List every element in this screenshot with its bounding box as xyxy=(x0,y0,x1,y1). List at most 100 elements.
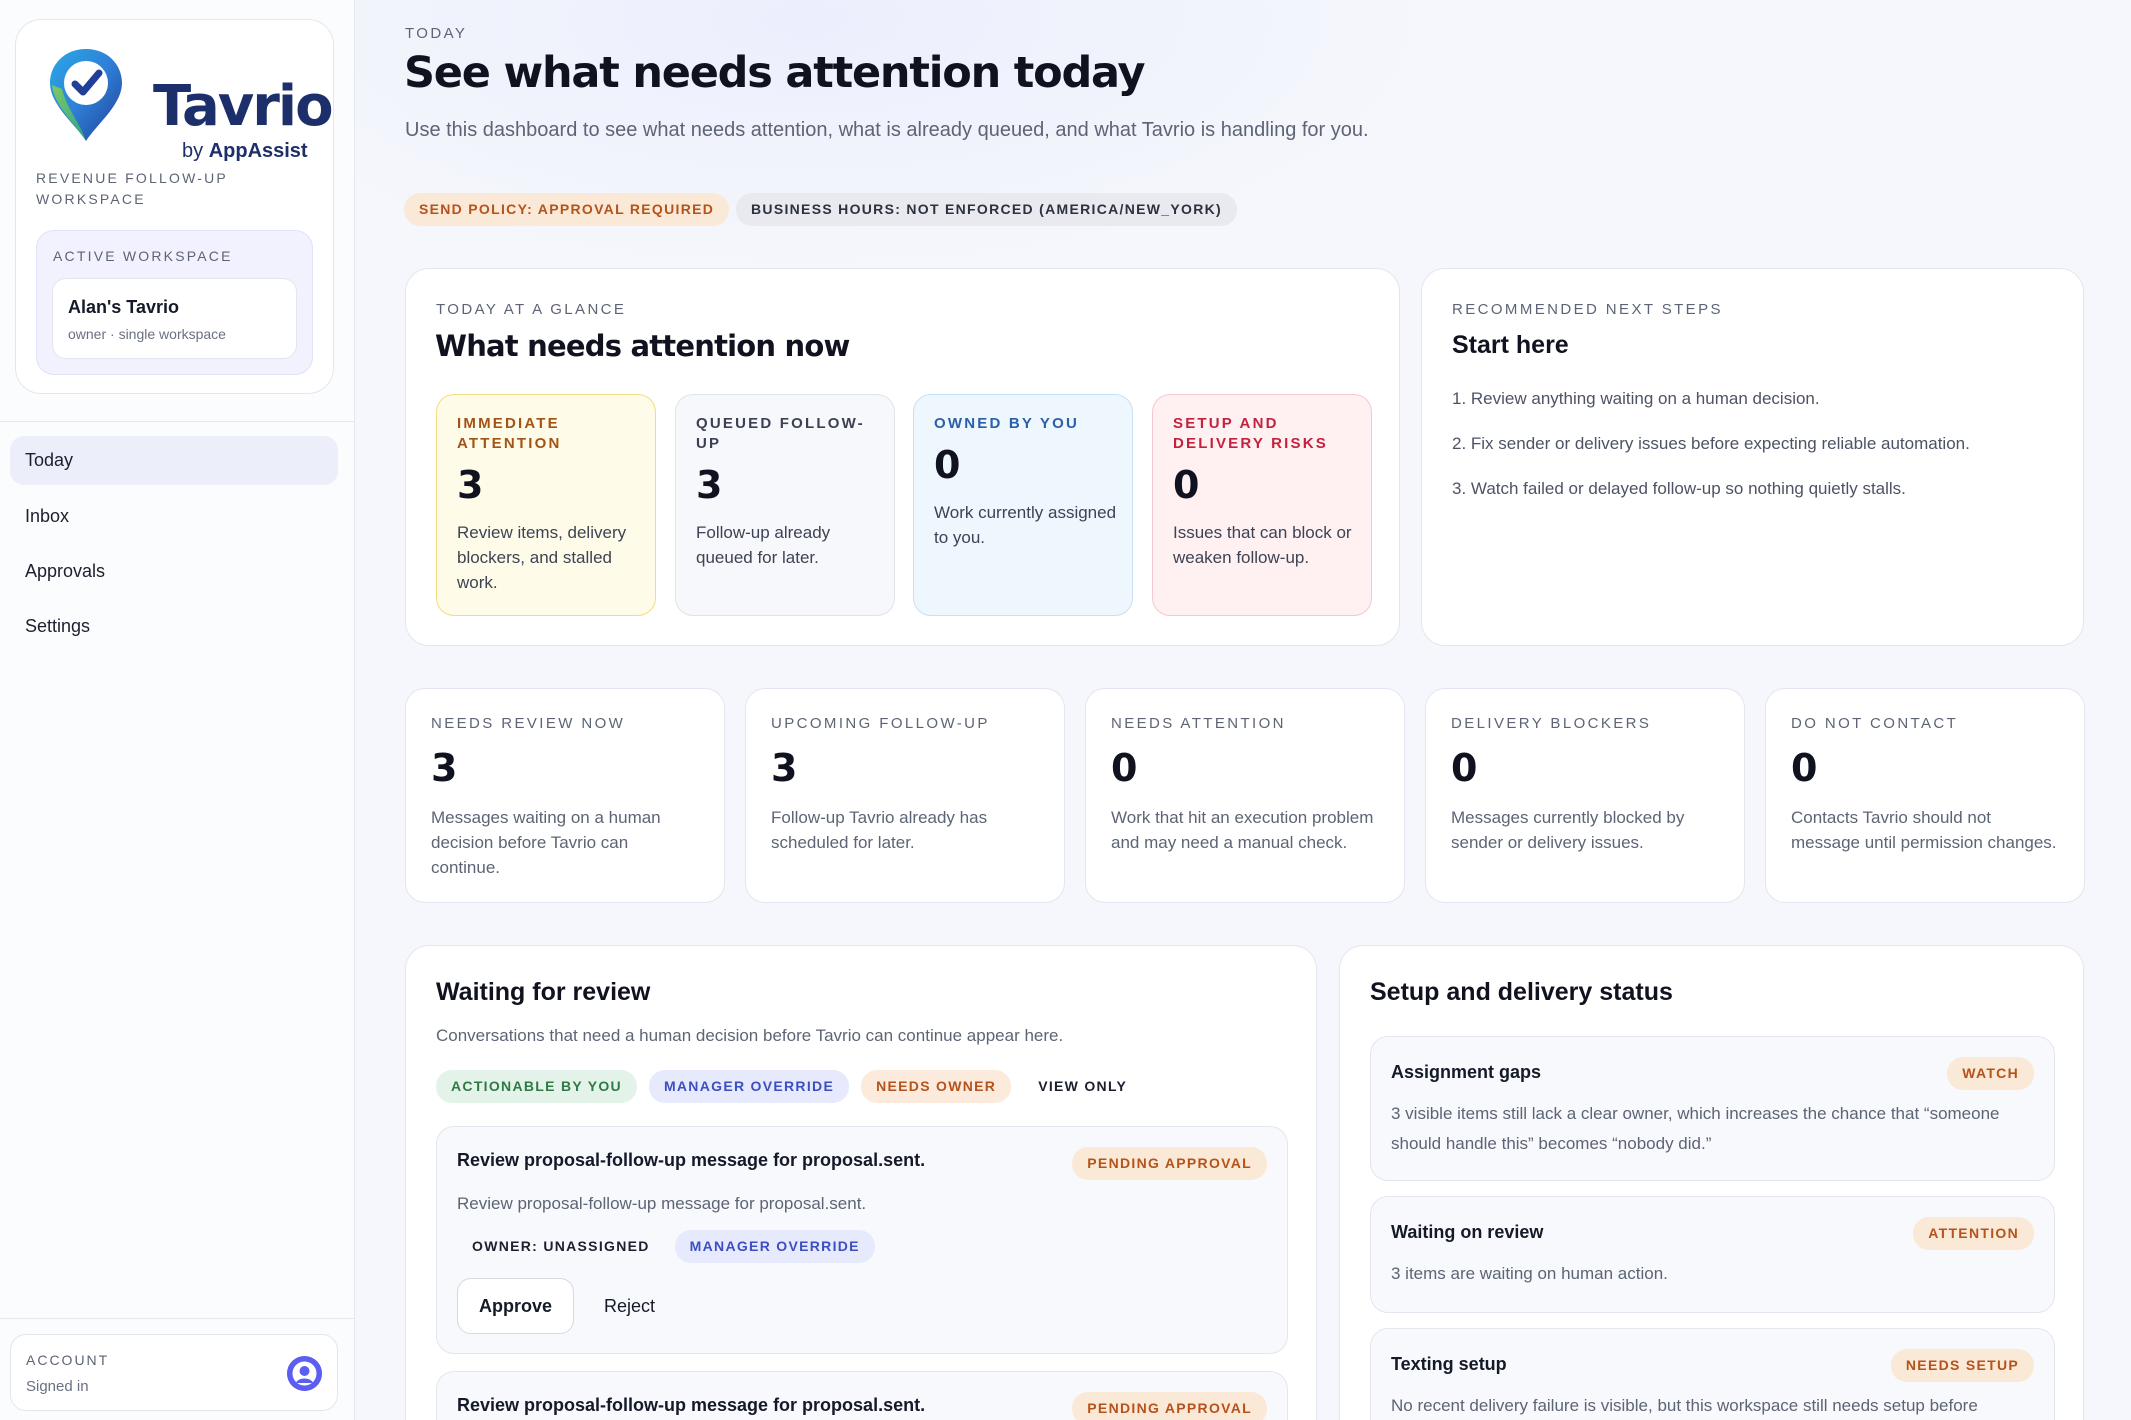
tile-value: 3 xyxy=(457,463,484,507)
filter-actionable-by-you[interactable]: ACTIONABLE BY YOU xyxy=(436,1070,637,1103)
location-pin-check-icon xyxy=(50,49,122,141)
business-hours-badge: BUSINESS HOURS: NOT ENFORCED (AMERICA/NE… xyxy=(736,193,1238,226)
metric-description: Follow-up Tavrio already has scheduled f… xyxy=(771,808,988,852)
tile-setup-delivery-risks[interactable]: SETUP AND DELIVERY RISKS 0 Issues that c… xyxy=(1152,394,1372,616)
metric-label: NEEDS ATTENTION xyxy=(1111,715,1286,732)
user-icon xyxy=(287,1356,322,1391)
nav-item-approvals[interactable]: Approvals xyxy=(10,547,338,596)
active-workspace-kicker: ACTIVE WORKSPACE xyxy=(53,248,233,264)
tile-label: OWNED BY YOU xyxy=(934,415,1080,432)
approval-body: Review proposal-follow-up message for pr… xyxy=(457,1194,867,1213)
account-menu[interactable]: ACCOUNT Signed in xyxy=(10,1334,338,1411)
metric-description: Contacts Tavrio should not message until… xyxy=(1791,808,2057,852)
status-badge: PENDING APPROVAL xyxy=(1072,1147,1267,1180)
metric-label: DELIVERY BLOCKERS xyxy=(1451,715,1652,732)
status-item-body: 3 visible items still lack a clear owner… xyxy=(1391,1104,2000,1153)
tile-value: 3 xyxy=(696,463,723,507)
glance-kicker: TODAY AT A GLANCE xyxy=(436,301,627,318)
approval-item: Review proposal-follow-up message for pr… xyxy=(436,1371,1288,1420)
setup-delivery-status-card: Setup and delivery status Assignment gap… xyxy=(1339,945,2084,1420)
metric-do-not-contact[interactable]: DO NOT CONTACT 0 Contacts Tavrio should … xyxy=(1765,688,2085,903)
steps-kicker: RECOMMENDED NEXT STEPS xyxy=(1452,301,1723,318)
review-title: Waiting for review xyxy=(436,978,651,1006)
workspace-switcher[interactable]: Alan's Tavrio owner · single workspace xyxy=(52,278,297,359)
workspace-role: owner · single workspace xyxy=(68,326,226,342)
status-item-assignment-gaps: Assignment gaps WATCH 3 visible items st… xyxy=(1370,1036,2055,1181)
status-badge: NEEDS SETUP xyxy=(1890,1349,2034,1382)
tile-description: Follow-up already queued for later. xyxy=(696,523,831,567)
tile-label: SETUP AND DELIVERY RISKS xyxy=(1173,415,1328,452)
tile-owned-by-you[interactable]: OWNED BY YOU 0 Work currently assigned t… xyxy=(913,394,1133,616)
approval-title: Review proposal-follow-up message for pr… xyxy=(457,1150,926,1170)
status-item-title: Waiting on review xyxy=(1391,1222,1544,1242)
metric-needs-review-now[interactable]: NEEDS REVIEW NOW 3 Messages waiting on a… xyxy=(405,688,725,903)
filter-needs-owner[interactable]: NEEDS OWNER xyxy=(861,1070,1012,1103)
account-status: Signed in xyxy=(26,1378,89,1395)
approval-tags: OWNER: UNASSIGNED MANAGER OVERRIDE xyxy=(457,1230,875,1263)
page-title: See what needs attention today xyxy=(404,48,1146,98)
workspace-kicker: REVENUE FOLLOW-UP WORKSPACE xyxy=(36,170,228,207)
manager-override-tag: MANAGER OVERRIDE xyxy=(674,1230,875,1263)
nav-item-settings[interactable]: Settings xyxy=(10,602,338,651)
page-description: Use this dashboard to see what needs att… xyxy=(405,119,1369,141)
reject-button[interactable]: Reject xyxy=(604,1278,655,1334)
brand-card: Tavrio by AppAssist REVENUE FOLLOW-UP WO… xyxy=(15,19,334,394)
nav-item-today[interactable]: Today xyxy=(10,436,338,485)
approval-item: Review proposal-follow-up message for pr… xyxy=(436,1126,1288,1354)
tavrio-logo: Tavrio by AppAssist xyxy=(46,45,334,165)
status-badge: ATTENTION xyxy=(1913,1217,2034,1250)
waiting-for-review-card: Waiting for review Conversations that ne… xyxy=(405,945,1317,1420)
account-kicker: ACCOUNT xyxy=(26,1352,110,1368)
filter-view-only[interactable]: VIEW ONLY xyxy=(1023,1070,1142,1103)
main-content: TODAY See what needs attention today Use… xyxy=(356,0,2131,1420)
tile-description: Work currently assigned to you. xyxy=(934,503,1117,547)
tile-label: IMMEDIATE ATTENTION xyxy=(457,415,562,452)
tile-label: QUEUED FOLLOW-UP xyxy=(696,415,865,452)
approve-button[interactable]: Approve xyxy=(457,1278,574,1334)
workspace-name: Alan's Tavrio xyxy=(68,297,179,317)
step-item: 1. Review anything waiting on a human de… xyxy=(1452,389,1820,408)
review-description: Conversations that need a human decision… xyxy=(436,1026,1064,1045)
send-policy-badge: SEND POLICY: APPROVAL REQUIRED xyxy=(404,193,730,226)
metric-value: 0 xyxy=(1451,746,1478,790)
metric-label: UPCOMING FOLLOW-UP xyxy=(771,715,990,732)
avatar[interactable] xyxy=(287,1356,322,1391)
metric-value: 3 xyxy=(431,746,458,790)
page-kicker: TODAY xyxy=(405,25,468,42)
review-filters: ACTIONABLE BY YOU MANAGER OVERRIDE NEEDS… xyxy=(436,1070,1142,1103)
metric-description: Work that hit an execution problem and m… xyxy=(1111,808,1374,852)
recommended-next-steps-card: RECOMMENDED NEXT STEPS Start here 1. Rev… xyxy=(1421,268,2084,646)
metric-description: Messages waiting on a human decision bef… xyxy=(431,808,661,877)
status-item-texting-setup: Texting setup NEEDS SETUP No recent deli… xyxy=(1370,1328,2055,1420)
metric-value: 0 xyxy=(1111,746,1138,790)
today-at-a-glance-card: TODAY AT A GLANCE What needs attention n… xyxy=(405,268,1400,646)
step-item: 2. Fix sender or delivery issues before … xyxy=(1452,434,1970,453)
metric-label: NEEDS REVIEW NOW xyxy=(431,715,626,732)
glance-title: What needs attention now xyxy=(435,329,850,363)
tile-value: 0 xyxy=(934,443,961,487)
metric-upcoming-follow-up[interactable]: UPCOMING FOLLOW-UP 3 Follow-up Tavrio al… xyxy=(745,688,1065,903)
tile-immediate-attention[interactable]: IMMEDIATE ATTENTION 3 Review items, deli… xyxy=(436,394,656,616)
metric-value: 3 xyxy=(771,746,798,790)
account-divider xyxy=(0,1318,355,1319)
sidebar: Tavrio by AppAssist REVENUE FOLLOW-UP WO… xyxy=(0,0,355,1420)
metric-label: DO NOT CONTACT xyxy=(1791,715,1959,732)
tile-description: Review items, delivery blockers, and sta… xyxy=(457,523,627,592)
tile-description: Issues that can block or weaken follow-u… xyxy=(1173,523,1352,567)
metric-description: Messages currently blocked by sender or … xyxy=(1451,808,1685,852)
status-title: Setup and delivery status xyxy=(1370,978,1673,1006)
filter-manager-override[interactable]: MANAGER OVERRIDE xyxy=(648,1070,850,1103)
status-item-title: Assignment gaps xyxy=(1391,1062,1542,1082)
tile-queued-follow-up[interactable]: QUEUED FOLLOW-UP 3 Follow-up already que… xyxy=(675,394,895,616)
status-item-title: Texting setup xyxy=(1391,1354,1507,1374)
status-badge: PENDING APPROVAL xyxy=(1072,1392,1267,1420)
logo-byline: by AppAssist xyxy=(182,140,308,162)
metric-needs-attention[interactable]: NEEDS ATTENTION 0 Work that hit an execu… xyxy=(1085,688,1405,903)
metric-value: 0 xyxy=(1791,746,1818,790)
status-item-waiting-on-review: Waiting on review ATTENTION 3 items are … xyxy=(1370,1196,2055,1313)
approval-title: Review proposal-follow-up message for pr… xyxy=(457,1395,926,1415)
metric-delivery-blockers[interactable]: DELIVERY BLOCKERS 0 Messages currently b… xyxy=(1425,688,1745,903)
nav-item-inbox[interactable]: Inbox xyxy=(10,492,338,541)
owner-tag: OWNER: UNASSIGNED xyxy=(472,1238,650,1254)
step-item: 3. Watch failed or delayed follow-up so … xyxy=(1452,479,1906,498)
